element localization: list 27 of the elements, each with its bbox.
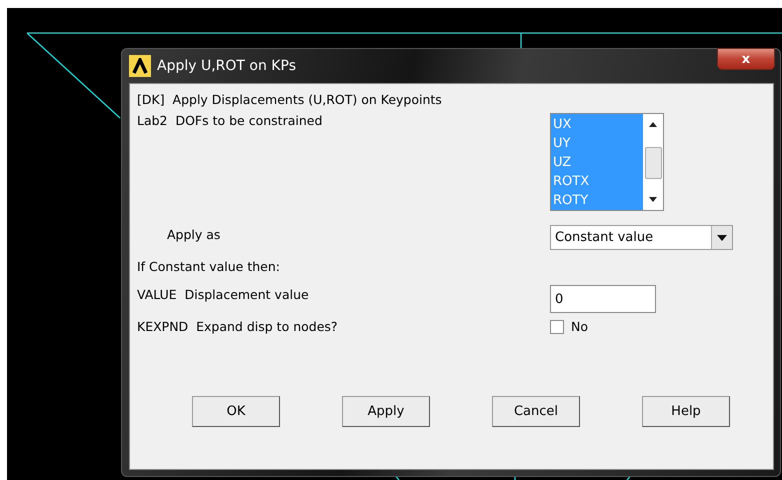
list-item[interactable]: ROTY: [553, 191, 643, 210]
app-logo-icon: [129, 55, 151, 77]
checkbox-label: No: [571, 319, 588, 334]
scroll-up-icon[interactable]: [648, 121, 658, 127]
scroll-thumb[interactable]: [645, 147, 662, 179]
field-label: If Constant value then:: [137, 259, 281, 274]
list-item[interactable]: ROTX: [553, 172, 643, 191]
field-label: Lab2 DOFs to be constrained: [137, 113, 324, 128]
list-item[interactable]: UY: [553, 134, 643, 153]
field-label: VALUE Displacement value: [137, 286, 310, 302]
checkbox[interactable]: [550, 320, 564, 334]
field-label: KEXPND Expand disp to nodes?: [137, 319, 339, 334]
field-label: Apply as: [166, 226, 222, 242]
list-item[interactable]: UZ: [553, 153, 643, 172]
dialog-heading: [DK] Apply Displacements (U,ROT) on Keypoints: [137, 92, 443, 107]
dialog-button[interactable]: Cancel: [492, 396, 580, 427]
apply-as-dropdown[interactable]: Constant value: [550, 225, 733, 250]
dialog-button[interactable]: Help: [642, 396, 730, 427]
value-input-field[interactable]: 0: [550, 285, 656, 313]
dialog-button[interactable]: OK: [192, 396, 280, 427]
dropdown-arrow-icon[interactable]: [717, 234, 727, 240]
list-item[interactable]: UX: [553, 115, 643, 134]
dialog-button[interactable]: Apply: [342, 396, 430, 427]
scroll-down-icon[interactable]: [648, 197, 658, 203]
dof-listbox[interactable]: UX UY UZ ROTX ROTY: [550, 113, 664, 211]
close-button[interactable]: x: [717, 48, 775, 70]
window-title: Apply U,ROT on KPs: [157, 58, 296, 74]
